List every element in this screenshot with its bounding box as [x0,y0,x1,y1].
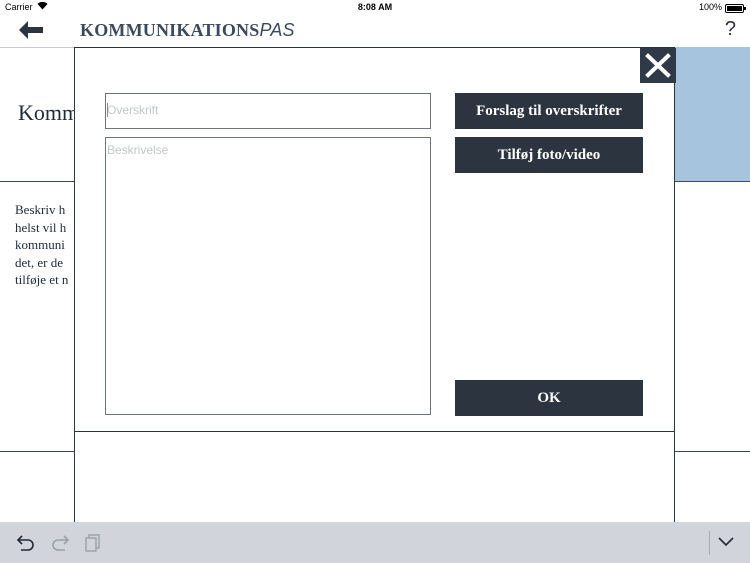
background-description: Beskriv h helst vil h kommuni det, er de… [15,201,77,289]
background-text-line: helst vil h [15,219,67,235]
paste-icon[interactable] [84,532,102,557]
status-bar: Carrier 8:08 AM 100% [0,0,750,16]
suggest-headlines-button[interactable]: Forslag til overskrifter [455,93,643,129]
app-title-italic: PAS [259,20,295,40]
help-button[interactable]: ? [725,18,736,41]
background-text-line: tilføje et n [15,272,69,287]
close-icon [645,53,671,78]
background-text-line: Beskriv h [15,202,66,217]
keyboard-toolbar [0,522,750,563]
app-title-bold: KOMMUNIKATIONS [80,20,260,40]
battery-percentage: 100% [698,2,722,12]
back-arrow-icon [19,21,43,39]
close-button[interactable] [640,48,676,83]
text-cursor [107,103,108,117]
background-text-line: det, er de [15,254,64,270]
background-text-line: kommuni [15,237,65,252]
description-textarea[interactable]: Beskrivelse [105,137,431,415]
modal-divider [75,431,674,432]
navigation-bar: KOMMUNIKATIONSPAS ? [0,16,750,48]
ok-button[interactable]: OK [455,380,643,416]
headline-placeholder: Overskrift [107,103,159,117]
battery-icon [725,4,746,13]
toolbar-separator [709,531,710,555]
add-photo-video-button[interactable]: Tilføj foto/video [455,137,643,173]
status-time: 8:08 AM [357,2,393,12]
headline-input[interactable]: Overskrift [105,93,431,129]
app-title: KOMMUNIKATIONSPAS [80,20,295,41]
description-placeholder: Beskrivelse [107,143,169,157]
keyboard-dismiss-icon[interactable] [717,535,735,554]
back-button[interactable] [18,20,48,42]
undo-icon[interactable] [16,532,36,557]
background-title: Komm [18,100,80,125]
background-accent-panel [675,47,750,181]
redo-icon[interactable] [50,532,70,557]
